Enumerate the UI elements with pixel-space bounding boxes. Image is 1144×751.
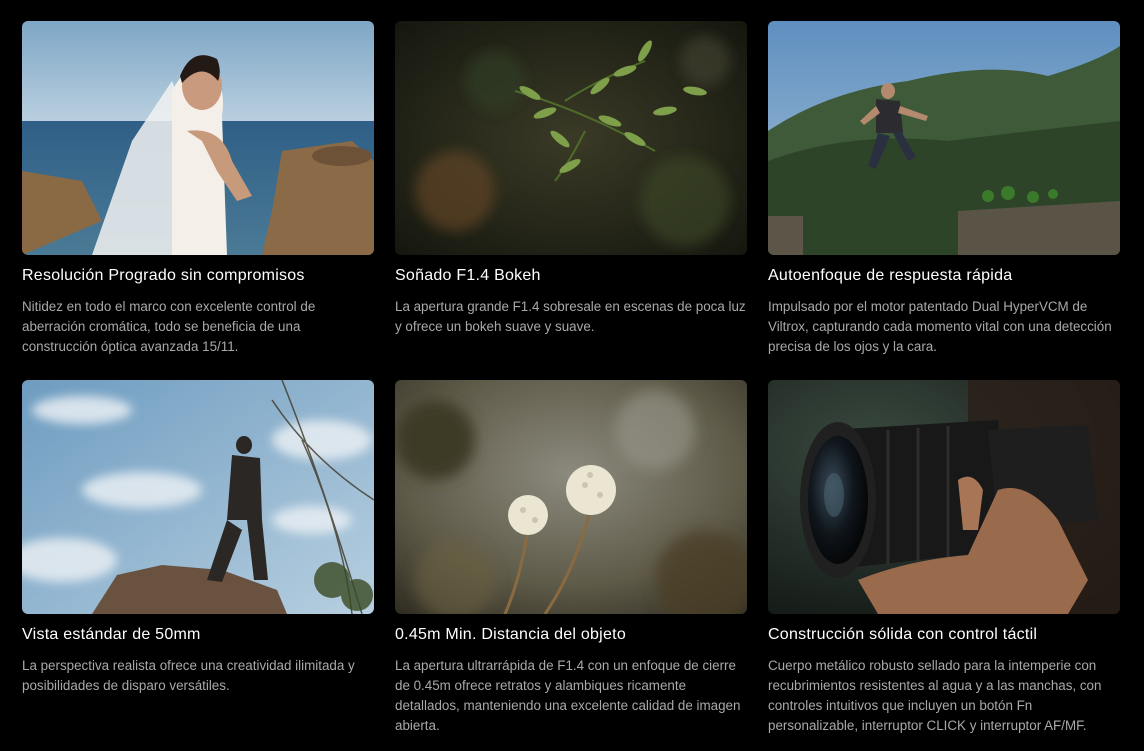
feature-title: Construcción sólida con control táctil <box>768 626 1038 643</box>
feature-card-autofocus: Autoenfoque de respuesta rápida Impulsad… <box>768 21 1120 357</box>
white-flowers-closeup-photo <box>395 380 747 614</box>
feature-card-bokeh: Soñado F1.4 Bokeh La apertura grande F1.… <box>395 21 747 337</box>
feature-title: Vista estándar de 50mm <box>22 626 201 643</box>
feature-description: La perspectiva realista ofrece una creat… <box>22 658 355 693</box>
feature-description: La apertura grande F1.4 sobresale en esc… <box>395 299 746 334</box>
hand-holding-camera-lens-photo <box>768 380 1120 614</box>
feature-description: Nitidez en todo el marco con excelente c… <box>22 299 316 354</box>
feature-card-min-distance: 0.45m Min. Distancia del objeto La apert… <box>395 380 747 736</box>
feature-description: Cuerpo metálico robusto sellado para la … <box>768 658 1102 733</box>
feature-card-resolution: Resolución Progradо sin compromisos Niti… <box>22 21 374 357</box>
man-on-rock-sky-photo <box>22 380 374 614</box>
feature-card-build: Construcción sólida con control táctil C… <box>768 380 1120 736</box>
feature-description: La apertura ultrarrápida de F1.4 con un … <box>395 658 741 733</box>
feature-grid: Resolución Progradо sin compromisos Niti… <box>0 0 1144 751</box>
man-jumping-mountain-photo <box>768 21 1120 255</box>
feature-title: Autoenfoque de respuesta rápida <box>768 267 1013 284</box>
feature-card-50mm: Vista estándar de 50mm La perspectiva re… <box>22 380 374 696</box>
feature-title: 0.45m Min. Distancia del objeto <box>395 626 626 643</box>
olive-branch-bokeh-photo <box>395 21 747 255</box>
feature-description: Impulsado por el motor patentado Dual Hy… <box>768 299 1112 354</box>
feature-title: Soñado F1.4 Bokeh <box>395 267 541 284</box>
feature-title: Resolución Progradо sin compromisos <box>22 267 305 284</box>
bride-by-sea-photo <box>22 21 374 255</box>
